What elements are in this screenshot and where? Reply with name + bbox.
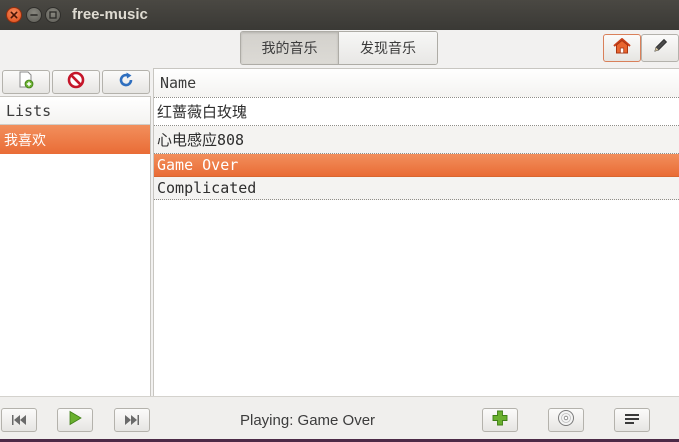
next-icon (123, 411, 141, 430)
view-switcher: 我的音乐 发现音乐 (240, 31, 438, 65)
sidebar-item-favorites[interactable]: 我喜欢 (0, 125, 150, 154)
next-button[interactable] (114, 408, 150, 432)
song-name: Complicated (157, 179, 257, 197)
song-row[interactable]: 红蔷薇白玫瑰 (154, 98, 679, 126)
playlist-button[interactable] (614, 408, 650, 432)
song-row[interactable]: Complicated (154, 177, 679, 200)
playlist-icon (623, 411, 641, 430)
song-row-selected[interactable]: Game Over (154, 154, 679, 177)
tab-my-music[interactable]: 我的音乐 (241, 32, 339, 64)
play-icon (67, 410, 83, 430)
home-icon (612, 37, 632, 59)
home-button[interactable] (603, 34, 641, 62)
delete-list-button[interactable] (52, 70, 100, 94)
disc-icon (557, 409, 575, 431)
window-title: free-music (72, 6, 148, 23)
play-button[interactable] (57, 408, 93, 432)
song-name: 红蔷薇白玫瑰 (157, 103, 248, 121)
tab-my-music-label: 我的音乐 (261, 41, 318, 57)
disc-button[interactable] (548, 408, 584, 432)
minimize-icon[interactable] (26, 7, 42, 23)
lists-header: Lists (0, 97, 150, 125)
name-column-header[interactable]: Name (154, 69, 679, 98)
add-icon (491, 409, 509, 431)
song-name: 心电感应808 (157, 131, 245, 149)
window-titlebar: free-music (0, 0, 679, 30)
delete-list-icon (67, 71, 85, 93)
song-name: Game Over (157, 156, 239, 174)
edit-pencil-icon (650, 37, 670, 59)
refresh-list-button[interactable] (102, 70, 150, 94)
maximize-icon[interactable] (45, 7, 61, 23)
tab-discover-music[interactable]: 发现音乐 (339, 32, 437, 64)
tab-discover-music-label: 发现音乐 (360, 41, 416, 57)
now-playing-status: Playing: Game Over (240, 412, 376, 429)
previous-icon (10, 411, 28, 430)
add-list-button[interactable] (2, 70, 50, 94)
edit-button[interactable] (641, 34, 679, 62)
playlist-sidebar: Lists 我喜欢 (0, 96, 151, 396)
previous-button[interactable] (1, 408, 37, 432)
song-row[interactable]: 心电感应808 (154, 126, 679, 154)
player-bar: Playing: Game Over (0, 396, 679, 442)
song-list: Name 红蔷薇白玫瑰 心电感应808 Game Over Complicate… (153, 68, 679, 396)
refresh-icon (117, 71, 135, 93)
close-icon[interactable] (6, 7, 22, 23)
add-list-icon (18, 71, 34, 93)
sidebar-item-label: 我喜欢 (4, 132, 46, 149)
add-song-button[interactable] (482, 408, 518, 432)
